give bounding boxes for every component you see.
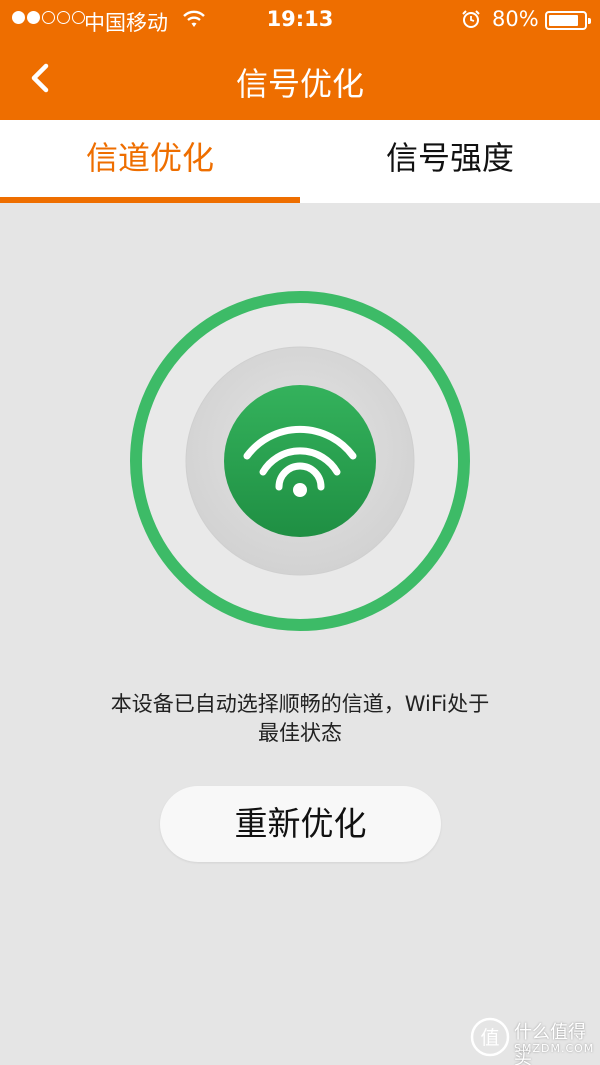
battery-percent: 80% bbox=[492, 7, 539, 31]
status-message-line2: 最佳状态 bbox=[258, 721, 342, 745]
watermark: 值 什么值得买 SMZDM.COM bbox=[470, 1015, 595, 1065]
tab-channel-optimization[interactable]: 信道优化 bbox=[0, 120, 300, 203]
optimization-status-graphic bbox=[129, 290, 471, 632]
watermark-logo: 值 bbox=[470, 1017, 510, 1057]
status-bar: 中国移动 19:13 80% bbox=[0, 0, 600, 38]
alarm-icon bbox=[461, 9, 481, 34]
status-message: 本设备已自动选择顺畅的信道，WiFi处于 最佳状态 bbox=[40, 690, 560, 748]
tab-bar: 信道优化 信号强度 bbox=[0, 120, 600, 203]
watermark-badge-char: 值 bbox=[480, 1027, 499, 1049]
active-tab-indicator bbox=[0, 197, 300, 203]
green-disc bbox=[224, 385, 376, 537]
tab-label: 信号强度 bbox=[385, 139, 514, 177]
nav-bar: 信号优化 bbox=[0, 38, 600, 120]
watermark-domain: SMZDM.COM bbox=[514, 1042, 595, 1055]
battery-icon bbox=[545, 11, 591, 30]
status-message-line1: 本设备已自动选择顺畅的信道，WiFi处于 bbox=[110, 692, 490, 716]
tab-signal-strength[interactable]: 信号强度 bbox=[300, 120, 600, 203]
reoptimize-button[interactable]: 重新优化 bbox=[160, 786, 441, 862]
tab-label: 信道优化 bbox=[85, 139, 214, 177]
page-title: 信号优化 bbox=[235, 65, 364, 103]
